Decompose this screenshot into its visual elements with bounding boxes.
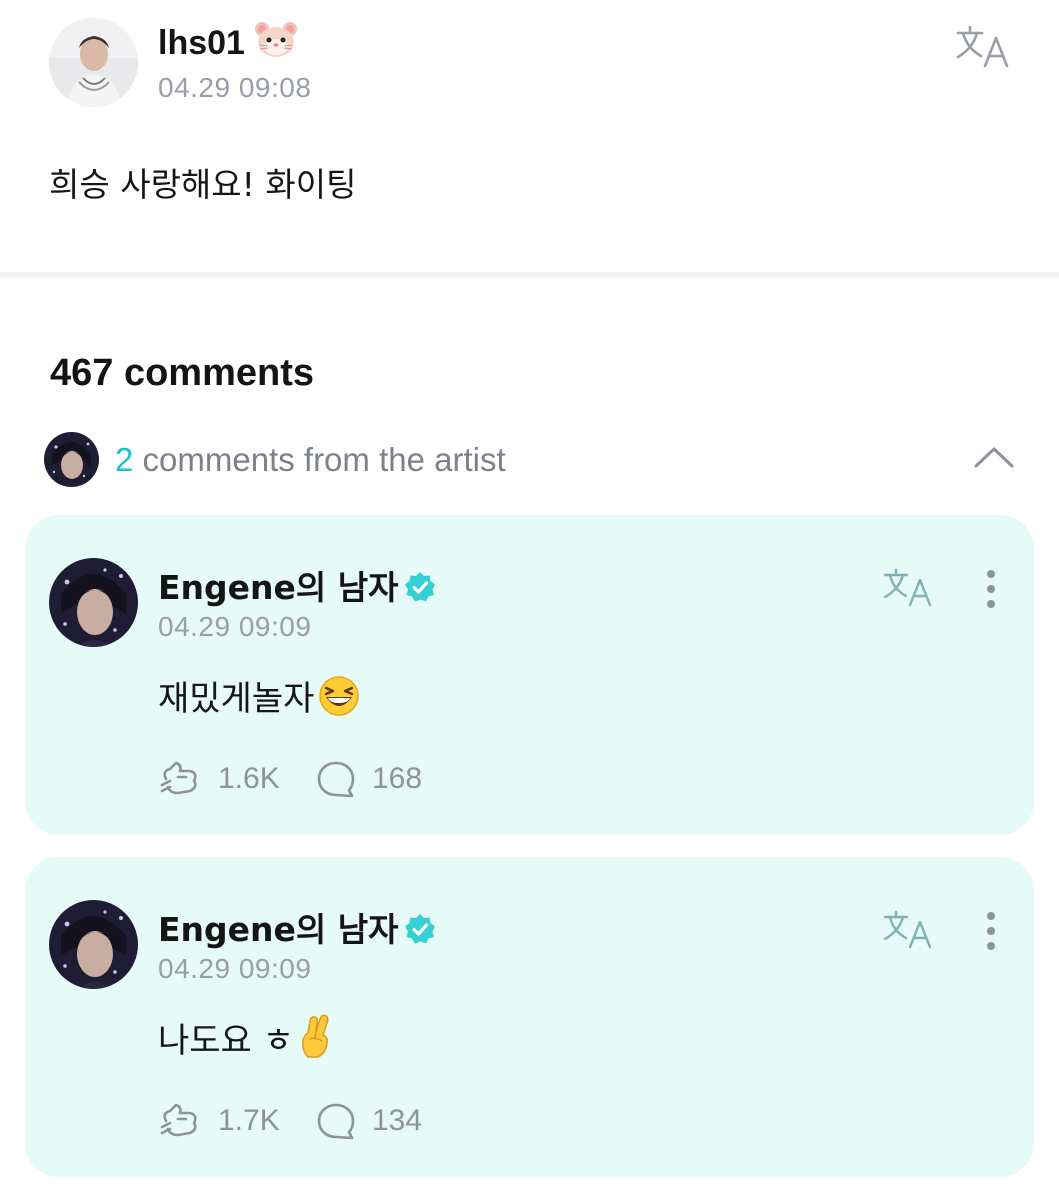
translate-icon[interactable] — [883, 567, 935, 607]
comment-author-avatar[interactable] — [49, 900, 138, 989]
more-options-icon[interactable] — [981, 911, 1001, 951]
like-icon[interactable] — [158, 759, 202, 799]
translate-icon[interactable] — [955, 24, 1013, 68]
artist-comments-label: 2 comments from the artist — [115, 441, 506, 479]
artist-comment-card[interactable]: Engene의 남자 04.29 09:09 재밌게놀자 1.6K 168 — [25, 515, 1034, 835]
comment-author-name: Engene의 남자 — [158, 568, 399, 607]
like-count: 1.7K — [218, 1104, 280, 1137]
grinning-squinting-face-icon — [319, 676, 360, 716]
comment-author[interactable]: Engene의 남자 — [158, 903, 436, 951]
comment-timestamp: 04.29 09:09 — [158, 953, 312, 984]
comment-body: 나도요 ㅎ — [158, 1013, 334, 1062]
comment-text: 재밌게놀자 — [158, 679, 315, 719]
section-divider — [0, 272, 1059, 278]
reply-bubble-icon[interactable] — [316, 759, 356, 799]
post-author-avatar[interactable] — [49, 18, 138, 107]
comment-author[interactable]: Engene의 남자 — [158, 561, 436, 609]
reply-count: 168 — [372, 762, 423, 795]
like-icon[interactable] — [158, 1101, 202, 1141]
artist-avatar — [44, 432, 99, 487]
comment-body: 재밌게놀자 — [158, 671, 360, 720]
artist-comments-count: 2 — [115, 441, 134, 478]
verified-badge-icon — [405, 914, 436, 944]
artist-comments-text: comments from the artist — [133, 441, 506, 478]
post-body: 희승 사랑해요! 화이팅 — [49, 165, 357, 204]
post-timestamp: 04.29 09:08 — [158, 72, 312, 103]
translate-icon[interactable] — [883, 909, 935, 949]
like-count: 1.6K — [218, 762, 280, 795]
reply-bubble-icon[interactable] — [316, 1101, 356, 1141]
hamster-face-icon — [255, 22, 298, 57]
artist-comments-toggle[interactable]: 2 comments from the artist — [0, 428, 1059, 492]
post-author-name: lhs01 — [158, 24, 245, 62]
chevron-up-icon[interactable] — [972, 442, 1016, 472]
post-author[interactable]: lhs01 — [158, 20, 298, 63]
comment-author-avatar[interactable] — [49, 558, 138, 647]
comment-text: 나도요 ㅎ — [158, 1021, 294, 1061]
comment-timestamp: 04.29 09:09 — [158, 611, 312, 642]
crossed-fingers-icon — [302, 1014, 329, 1058]
post: lhs01 04.29 09:08 희승 사랑해요! 화이팅 — [0, 0, 1059, 272]
comment-author-name: Engene의 남자 — [158, 910, 399, 949]
artist-comment-card[interactable]: Engene의 남자 04.29 09:09 나도요 ㅎ 1.7K 134 — [25, 857, 1034, 1177]
more-options-icon[interactable] — [981, 569, 1001, 609]
verified-badge-icon — [405, 572, 436, 602]
comments-count-heading: 467 comments — [50, 352, 315, 394]
comment-stats: 1.7K 134 — [158, 1097, 478, 1141]
comment-stats: 1.6K 168 — [158, 755, 478, 799]
reply-count: 134 — [372, 1104, 423, 1137]
